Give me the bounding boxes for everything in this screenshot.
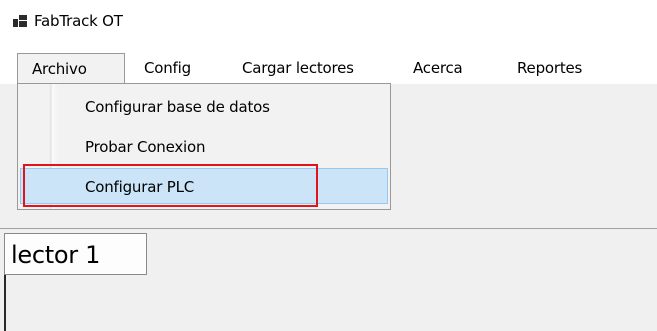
separator-line xyxy=(0,228,657,229)
highlight-annotation-box xyxy=(23,164,318,207)
menu-reportes[interactable]: Reportes xyxy=(517,53,582,83)
dropdown-item-configurar-base-de-datos[interactable]: Configurar base de datos xyxy=(20,89,388,125)
menu-config[interactable]: Config xyxy=(144,53,191,83)
dropdown-item-label: Probar Conexion xyxy=(85,138,206,156)
tab-label: lector 1 xyxy=(11,241,101,269)
app-icon xyxy=(13,15,27,27)
dropdown-item-probar-conexion[interactable]: Probar Conexion xyxy=(20,129,388,165)
menu-archivo-label: Archivo xyxy=(32,60,87,78)
menu-acerca[interactable]: Acerca xyxy=(413,53,463,83)
menu-cargar-lectores[interactable]: Cargar lectores xyxy=(242,53,354,83)
window-title: FabTrack OT xyxy=(34,12,123,30)
menu-archivo[interactable]: Archivo xyxy=(17,53,125,83)
title-bar: FabTrack OT xyxy=(0,0,657,44)
tab-lector-1[interactable]: lector 1 xyxy=(4,233,147,275)
dropdown-item-label: Configurar base de datos xyxy=(85,98,270,116)
panel-border xyxy=(4,275,6,331)
